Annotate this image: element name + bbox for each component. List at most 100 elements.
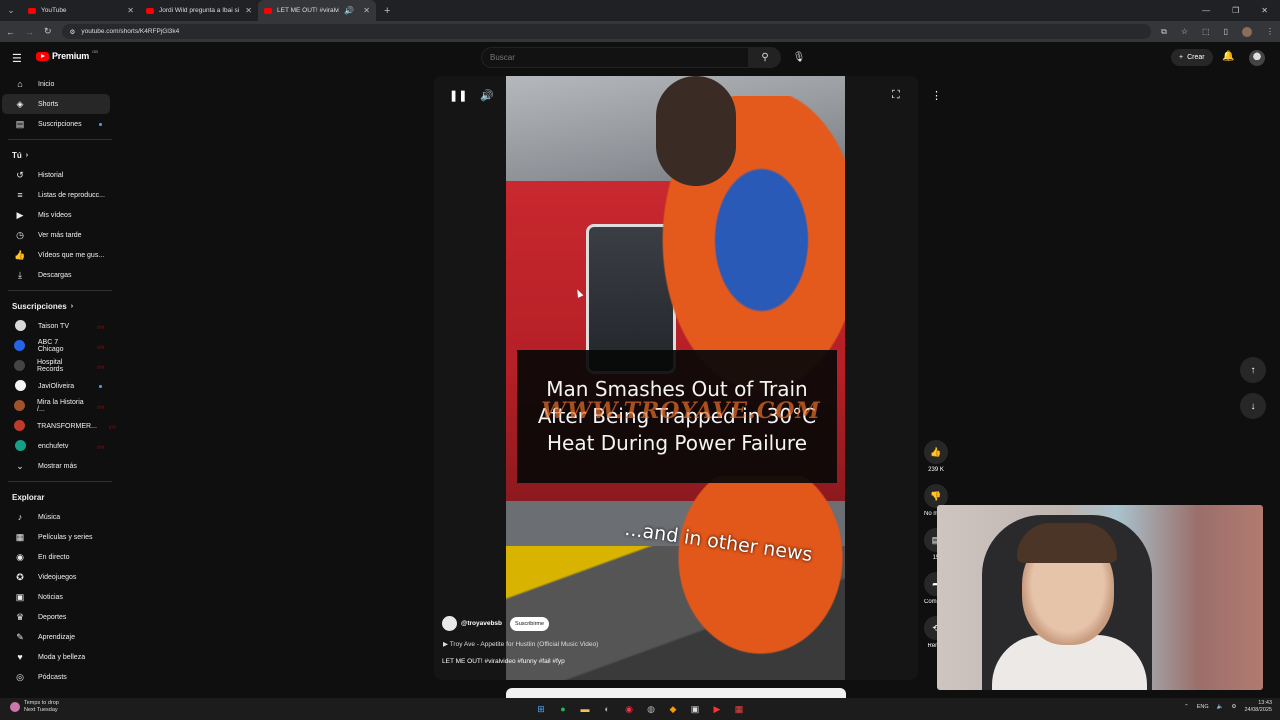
channel-avatar-icon (14, 319, 26, 331)
volume-icon[interactable]: 🔊 (480, 89, 494, 102)
browser-tab[interactable]: YouTube ✕ (22, 0, 140, 21)
new-tab-icon[interactable]: + (376, 5, 398, 17)
open-in-app-icon[interactable]: ⧉ (1161, 27, 1167, 37)
channel-avatar[interactable] (442, 616, 457, 631)
speaker-icon[interactable]: 🔈 (1217, 704, 1224, 710)
youtube-premium-logo[interactable]: Premium GB (36, 49, 98, 61)
maximize-icon[interactable]: ❐ (1232, 6, 1239, 15)
browser-tab[interactable]: Jordi Wild pregunta a Ibai si es ✕ (140, 0, 258, 21)
playlists-icon: ≡ (17, 190, 23, 200)
url-field[interactable]: ⚙ youtube.com/shorts/K4RFPjGl3k4 (61, 24, 1152, 39)
minimize-icon[interactable]: — (1202, 6, 1210, 15)
shorts-player[interactable]: Man Smashes Out of Train After Being Tra… (434, 76, 918, 680)
calendar-icon[interactable]: ▦ (731, 701, 747, 717)
notification-icon[interactable]: ⚙ (1232, 704, 1237, 710)
user-avatar[interactable] (1249, 50, 1265, 66)
sidebar-item-hospital-records[interactable]: Hospital Records ((•)) (2, 356, 110, 376)
fullscreen-icon[interactable]: ⛶ (892, 89, 900, 102)
browser-toolbar: ⧉ ☆ ⬚ ▯ ⋮ (1161, 26, 1274, 37)
subscribe-button[interactable]: Suscribirme (510, 616, 550, 631)
language-indicator[interactable]: ENG (1197, 704, 1209, 710)
short-description[interactable]: LET ME OUT! #viralvideo #funny #fail #fy… (442, 658, 565, 665)
section-subscriptions[interactable]: Suscripciones › (0, 296, 115, 316)
spotify-icon[interactable]: ● (555, 701, 571, 717)
sidebar-item-enchufetv[interactable]: enchufetv ((•)) (2, 436, 110, 456)
profile-avatar[interactable] (1242, 26, 1252, 37)
create-button[interactable]: + Crear (1171, 49, 1213, 66)
sidebar-item-moda-y-belleza[interactable]: ♥ Moda y belleza (2, 647, 110, 667)
steam-icon[interactable]: ◐ (599, 701, 615, 717)
forward-icon[interactable]: → (25, 27, 34, 37)
more-options-icon[interactable]: ⋮ (931, 89, 942, 102)
like-button[interactable]: 👍 (924, 440, 948, 464)
previous-short-button[interactable]: ↑ (1240, 357, 1266, 383)
sidebar-item-abc-7-chicago[interactable]: ABC 7 Chicago ((•)) (2, 336, 110, 356)
channel-name[interactable]: @troyavebsb (461, 620, 502, 627)
sidebar-item-javioliveira[interactable]: JaviOliveira (2, 376, 110, 396)
store-icon[interactable]: ▣ (687, 701, 703, 717)
bookmark-star-icon[interactable]: ☆ (1181, 27, 1188, 36)
section-you[interactable]: Tú › (0, 145, 115, 165)
youtube-app-icon[interactable]: ▶ (709, 701, 725, 717)
webcam-overlay (937, 505, 1263, 690)
sidebar-item-transformer[interactable]: TRANSFORMER... ((•)) (2, 416, 116, 436)
windows-start-icon[interactable]: ⊞ (533, 701, 549, 717)
voice-search-button[interactable]: 🎙 (789, 47, 809, 68)
reload-icon[interactable]: ↻ (44, 26, 52, 37)
site-info-icon[interactable]: ⚙ (70, 28, 76, 36)
back-icon[interactable]: ← (6, 27, 15, 37)
tab-close-icon[interactable]: ✕ (363, 6, 370, 15)
next-short-peek[interactable] (506, 688, 846, 698)
youtube-logo-icon (36, 51, 49, 61)
sidebar-item-suscripciones[interactable]: ▤ Suscripciones (2, 114, 110, 134)
sidebar-item-m-sica[interactable]: ♪ Música (2, 507, 110, 527)
search-input[interactable]: Buscar (481, 47, 749, 68)
sidebar-item-shorts[interactable]: ◈ Shorts (2, 94, 110, 114)
tab-audio-icon[interactable]: 🔊 (344, 6, 354, 15)
search-button[interactable]: ⚲ (749, 47, 781, 68)
browser-menu-icon[interactable]: ⋮ (1266, 27, 1274, 36)
sidebar-item-pel-culas-y-series[interactable]: ▦ Películas y series (2, 527, 110, 547)
live-indicator-icon: ((•)) (97, 363, 104, 369)
sidebar-item-listas-de-reproducc[interactable]: ≡ Listas de reproducc... (2, 185, 110, 205)
sidebar-item-taison-tv[interactable]: Taison TV ((•)) (2, 316, 110, 336)
tab-close-icon[interactable]: ✕ (245, 6, 252, 15)
sidebar-item-deportes[interactable]: ♛ Deportes (2, 607, 110, 627)
sidebar-item-videojuegos[interactable]: ✪ Videojuegos (2, 567, 110, 587)
weather-widget[interactable]: Temps to drop Next Tuesday (10, 700, 59, 713)
menu-icon[interactable]: ☰ (12, 52, 22, 65)
music-row[interactable]: ▶ Troy Ave - Appetite for Hustlin (Offic… (443, 640, 598, 648)
browser-tab-active[interactable]: LET ME OUT! #viralvideo # 🔊 ✕ (258, 0, 376, 21)
short-video-frame[interactable]: Man Smashes Out of Train After Being Tra… (506, 76, 845, 680)
close-window-icon[interactable]: ✕ (1261, 6, 1268, 15)
next-short-button[interactable]: ↓ (1240, 393, 1266, 419)
sidebar-item-inicio[interactable]: ⌂ Inicio (2, 74, 110, 94)
sidebar-item-label: ABC 7 Chicago (37, 339, 64, 353)
tray-chevron-icon[interactable]: ⌃ (1184, 704, 1189, 710)
channel-avatar-wrap (14, 419, 25, 433)
clock[interactable]: 13:43 24/08/2025 (1244, 700, 1272, 714)
pause-icon[interactable]: ❚❚ (449, 89, 467, 102)
sidebar-item-p-dcasts[interactable]: ◎ Pódcasts (2, 667, 110, 687)
sidebar-panel-icon[interactable]: ▯ (1224, 27, 1228, 36)
sidebar-item-label: Música (38, 513, 61, 521)
arrow-up-icon: ↑ (1250, 364, 1256, 376)
sidebar-item-historial[interactable]: ↺ Historial (2, 165, 110, 185)
sidebar-item-aprendizaje[interactable]: ✎ Aprendizaje (2, 627, 110, 647)
extensions-icon[interactable]: ⬚ (1202, 27, 1210, 36)
sidebar-item-v-deos-que-me-gus[interactable]: 👍 Vídeos que me gus... (2, 245, 110, 265)
app-icon[interactable]: ◍ (643, 701, 659, 717)
sidebar-item-descargas[interactable]: ⤓ Descargas (2, 265, 110, 285)
chrome-icon[interactable]: ◉ (621, 701, 637, 717)
sidebar-item-en-directo[interactable]: ◉ En directo (2, 547, 110, 567)
notifications-bell-icon[interactable]: 🔔 (1222, 51, 1234, 62)
tab-close-icon[interactable]: ✕ (127, 6, 134, 15)
sidebar-item-mira-la-historia[interactable]: Mira la Historia /... ((•)) (2, 396, 110, 416)
show-more-button[interactable]: ⌄ Mostrar más (2, 456, 110, 476)
sidebar-item-mis-v-deos[interactable]: ▶ Mis vídeos (2, 205, 110, 225)
tab-search-chevron-icon[interactable]: ⌄ (0, 5, 22, 16)
file-explorer-icon[interactable]: ▬ (577, 701, 593, 717)
sidebar-item-noticias[interactable]: ▣ Noticias (2, 587, 110, 607)
sidebar-item-ver-m-s-tarde[interactable]: ◷ Ver más tarde (2, 225, 110, 245)
app-icon[interactable]: ◆ (665, 701, 681, 717)
